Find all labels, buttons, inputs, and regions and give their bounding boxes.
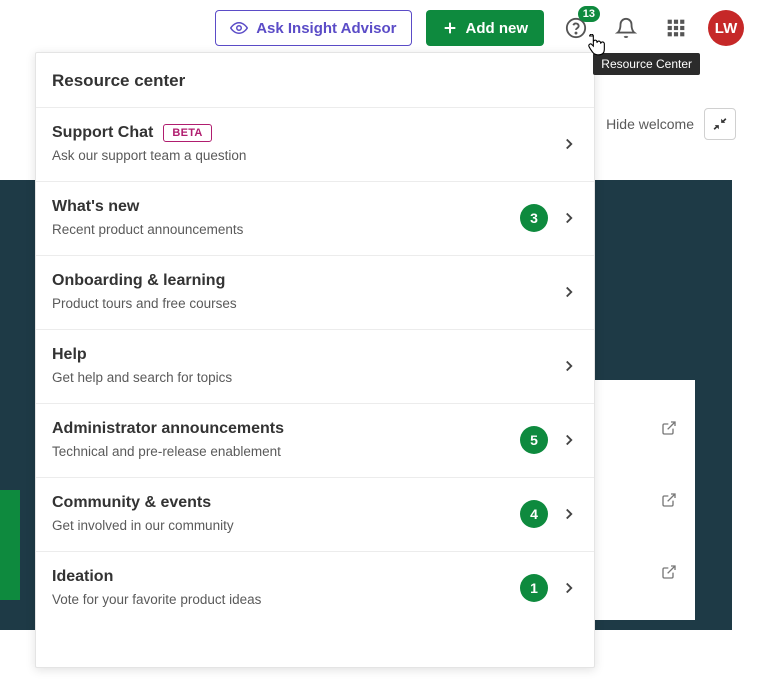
add-new-button[interactable]: Add new [426, 10, 545, 46]
avatar-initials: LW [715, 20, 738, 37]
item-subtitle: Recent product announcements [52, 222, 508, 237]
hero-accent [0, 490, 20, 600]
chevron-right-icon [560, 505, 578, 523]
ask-insight-advisor-button[interactable]: Ask Insight Advisor [215, 10, 411, 46]
panel-title: Resource center [36, 53, 594, 107]
count-badge: 4 [520, 500, 548, 528]
count-badge: 5 [520, 426, 548, 454]
chevron-right-icon [560, 431, 578, 449]
item-subtitle: Vote for your favorite product ideas [52, 592, 508, 607]
item-subtitle: Technical and pre-release enablement [52, 444, 508, 459]
resource-item-onboarding[interactable]: Onboarding & learning Product tours and … [36, 255, 594, 329]
hero-card [595, 380, 695, 620]
external-link-icon[interactable] [661, 564, 677, 580]
item-subtitle: Ask our support team a question [52, 148, 548, 163]
item-text: What's new Recent product announcements [52, 198, 508, 237]
resource-item-support-chat[interactable]: Support Chat BETA Ask our support team a… [36, 107, 594, 181]
apps-button[interactable] [658, 10, 694, 46]
resource-item-community[interactable]: Community & events Get involved in our c… [36, 477, 594, 551]
item-title-label: Onboarding & learning [52, 272, 225, 290]
collapse-button[interactable] [704, 108, 736, 140]
chevron-right-icon [560, 283, 578, 301]
chevron-right-icon [560, 209, 578, 227]
item-title-label: Support Chat [52, 124, 153, 142]
eye-insight-icon [230, 19, 248, 37]
bell-icon [615, 17, 637, 39]
resource-item-whats-new[interactable]: What's new Recent product announcements … [36, 181, 594, 255]
item-text: Community & events Get involved in our c… [52, 494, 508, 533]
beta-badge: BETA [163, 124, 211, 142]
item-title-label: What's new [52, 198, 139, 216]
panel-body[interactable]: Support Chat BETA Ask our support team a… [36, 107, 594, 667]
item-subtitle: Product tours and free courses [52, 296, 548, 311]
resource-item-ideation[interactable]: Ideation Vote for your favorite product … [36, 551, 594, 625]
external-link-icon[interactable] [661, 492, 677, 508]
chevron-right-icon [560, 579, 578, 597]
app-grid-icon [666, 18, 686, 38]
external-link-icon[interactable] [661, 420, 677, 436]
resource-center-panel: Resource center Support Chat BETA Ask ou… [35, 52, 595, 668]
ask-label: Ask Insight Advisor [256, 20, 396, 37]
chevron-right-icon [560, 357, 578, 375]
item-text: Ideation Vote for your favorite product … [52, 568, 508, 607]
item-text: Administrator announcements Technical an… [52, 420, 508, 459]
avatar[interactable]: LW [708, 10, 744, 46]
item-subtitle: Get involved in our community [52, 518, 508, 533]
notifications-button[interactable] [608, 10, 644, 46]
hide-welcome-label: Hide welcome [606, 116, 694, 132]
help-button[interactable]: 13 [558, 10, 594, 46]
item-text: Help Get help and search for topics [52, 346, 548, 385]
top-bar: Ask Insight Advisor Add new 13 LW [0, 0, 762, 56]
add-label: Add new [466, 20, 529, 37]
item-title-label: Help [52, 346, 87, 364]
item-title-label: Community & events [52, 494, 211, 512]
item-title-label: Administrator announcements [52, 420, 284, 438]
item-text: Onboarding & learning Product tours and … [52, 272, 548, 311]
chevron-right-icon [560, 135, 578, 153]
count-badge: 1 [520, 574, 548, 602]
tooltip: Resource Center [593, 53, 700, 75]
collapse-icon [713, 117, 727, 131]
item-text: Support Chat BETA Ask our support team a… [52, 124, 548, 163]
count-badge: 3 [520, 204, 548, 232]
help-badge: 13 [578, 6, 600, 22]
hide-welcome-row: Hide welcome [606, 108, 736, 140]
item-subtitle: Get help and search for topics [52, 370, 548, 385]
plus-icon [442, 20, 458, 36]
item-title-label: Ideation [52, 568, 113, 586]
resource-item-admin-announcements[interactable]: Administrator announcements Technical an… [36, 403, 594, 477]
resource-item-help[interactable]: Help Get help and search for topics [36, 329, 594, 403]
